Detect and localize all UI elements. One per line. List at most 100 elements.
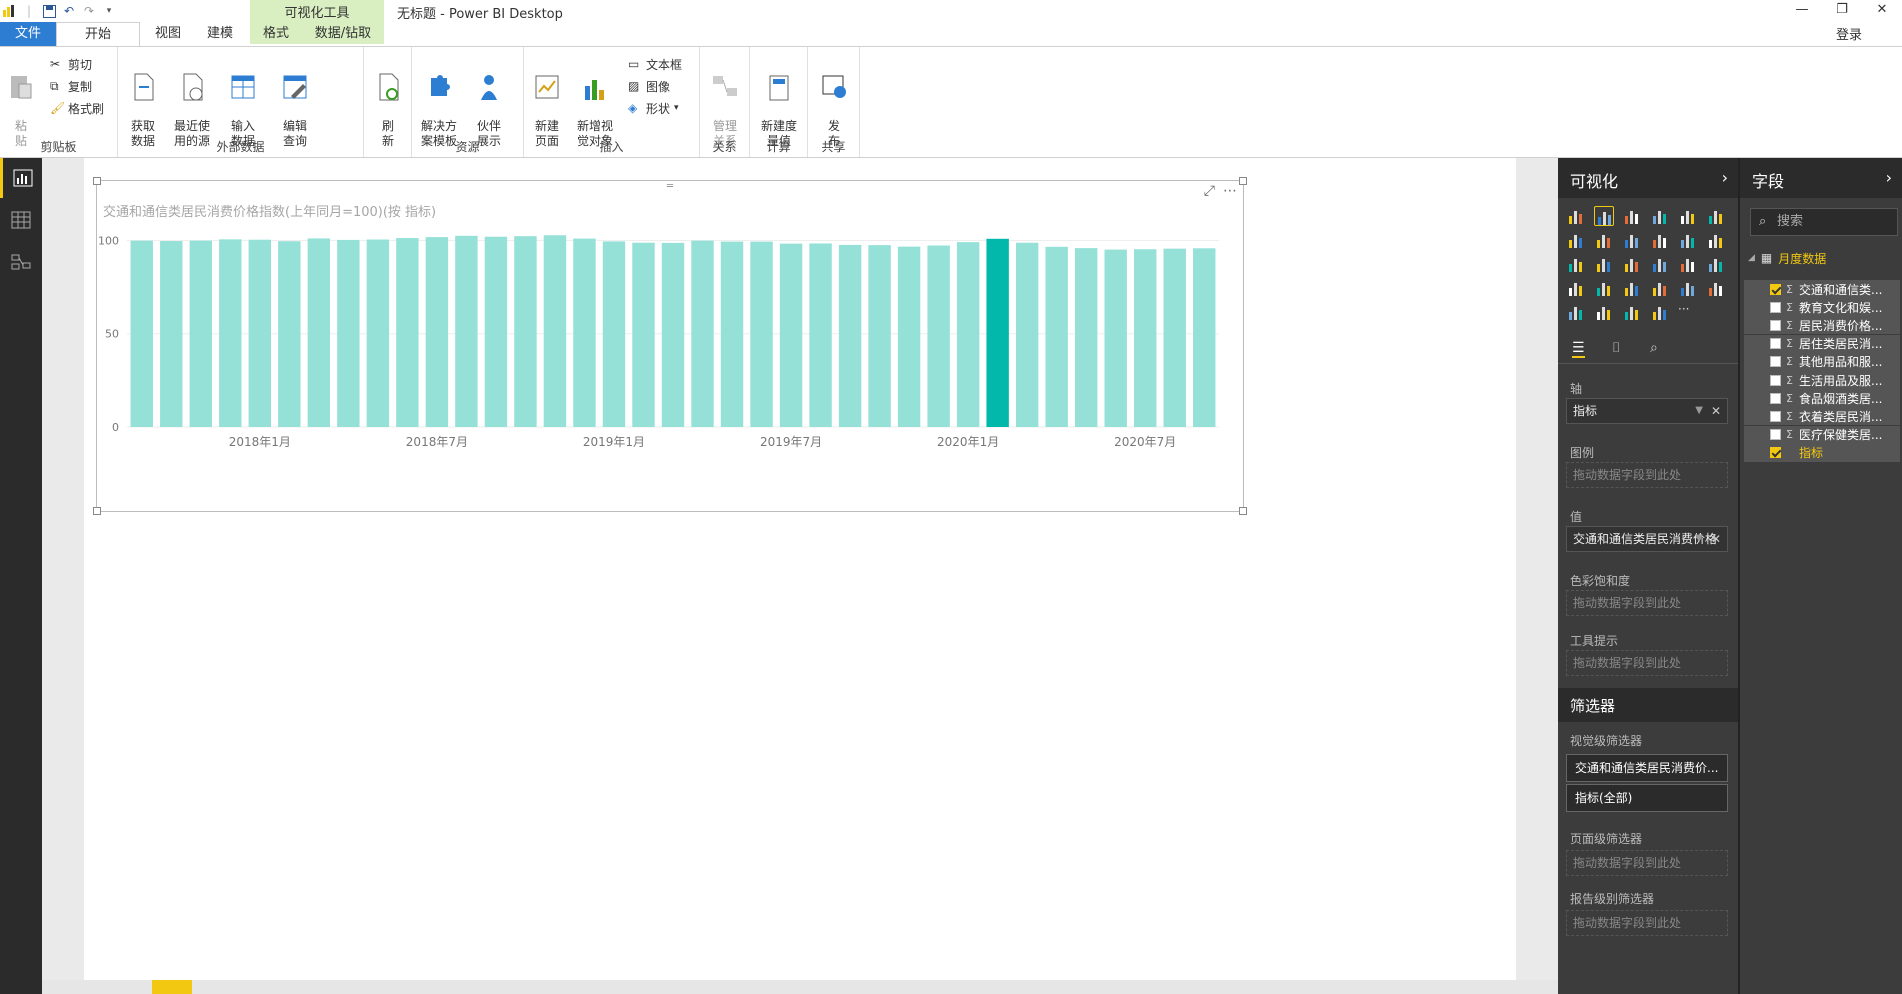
page-scrollbar[interactable] — [42, 980, 1558, 994]
visual-type-icon[interactable] — [1706, 278, 1726, 298]
bar[interactable] — [366, 239, 390, 427]
customize-qat-icon[interactable]: ▾ — [102, 4, 116, 18]
tab-file[interactable]: 文件 — [0, 22, 56, 46]
bar[interactable] — [484, 236, 508, 427]
model-view-icon[interactable] — [0, 242, 42, 282]
bar[interactable] — [956, 242, 980, 427]
refresh-button[interactable]: 刷 新 — [367, 57, 409, 149]
partner-showcase-button[interactable]: 伙伴 展示 — [468, 57, 510, 149]
enter-data-button[interactable]: 输入 数据 — [222, 57, 264, 149]
legend-well[interactable]: 拖动数据字段到此处 — [1566, 462, 1728, 488]
recent-sources-button[interactable]: 最近使 用的源 — [168, 57, 216, 149]
visual-type-icon[interactable] — [1678, 206, 1698, 226]
bar[interactable] — [396, 238, 419, 427]
visual-type-icon[interactable] — [1650, 302, 1670, 322]
bar[interactable] — [248, 239, 272, 427]
bar[interactable] — [573, 238, 596, 427]
bar[interactable] — [425, 237, 449, 427]
fields-tab-icon[interactable]: ☰ — [1572, 340, 1585, 358]
visual-type-icon[interactable] — [1566, 206, 1586, 226]
visual-type-icon[interactable] — [1650, 206, 1670, 226]
report-view-icon[interactable] — [0, 158, 42, 198]
table-node[interactable]: ◢ ▦ 月度数据 — [1748, 248, 1826, 268]
bar[interactable] — [986, 238, 1009, 427]
new-measure-button[interactable]: 新建度 量值 — [753, 57, 805, 149]
shapes-button[interactable]: ◈ 形状 ▾ — [628, 99, 679, 117]
field-checkbox[interactable] — [1770, 410, 1781, 422]
bar[interactable] — [1163, 248, 1186, 427]
new-visual-button[interactable]: 新增视 觉对象 — [570, 57, 620, 149]
field-item[interactable]: Σ 教育文化和娱... — [1744, 298, 1900, 317]
field-checkbox[interactable] — [1770, 338, 1781, 350]
format-painter-button[interactable]: 🖌 格式刷 — [50, 99, 104, 117]
bar[interactable] — [1104, 249, 1127, 427]
filter-card[interactable]: 交通和通信类居民消费价... — [1566, 754, 1728, 782]
remove-field-icon[interactable]: ✕ — [1711, 527, 1721, 551]
get-data-button[interactable]: 获取 数据 — [122, 57, 164, 149]
chevron-down-icon[interactable]: ▼ — [1695, 399, 1703, 423]
paste-button[interactable]: 粘 贴 — [4, 57, 38, 149]
tab-modeling[interactable]: 建模 — [200, 22, 240, 46]
bar[interactable] — [337, 239, 360, 427]
collapse-icon[interactable]: ◢ — [1748, 253, 1755, 263]
bar[interactable] — [661, 242, 685, 427]
visual-type-icon[interactable] — [1678, 254, 1698, 274]
bar[interactable] — [1074, 248, 1098, 427]
cut-button[interactable]: ✂ 剪切 — [50, 55, 92, 73]
field-item[interactable]: Σ 医疗保健类居... — [1744, 425, 1900, 444]
close-icon[interactable]: ✕ — [1862, 0, 1902, 22]
visual-type-icon[interactable] — [1706, 230, 1726, 250]
visual-type-icon[interactable] — [1622, 278, 1642, 298]
bar[interactable] — [691, 240, 714, 427]
bar[interactable] — [602, 241, 626, 427]
tab-format[interactable]: 格式 — [256, 22, 296, 46]
field-item[interactable]: 指标 — [1744, 443, 1900, 462]
bar[interactable] — [750, 241, 773, 427]
field-checkbox[interactable] — [1770, 447, 1781, 459]
bar[interactable] — [720, 241, 744, 427]
bar[interactable] — [897, 246, 921, 427]
bar[interactable] — [927, 245, 950, 427]
visual-type-icon[interactable] — [1706, 206, 1726, 226]
field-checkbox[interactable] — [1770, 356, 1781, 368]
chevron-right-icon[interactable]: › — [1886, 168, 1892, 187]
visual-type-icon[interactable] — [1650, 278, 1670, 298]
remove-field-icon[interactable]: ✕ — [1711, 399, 1721, 423]
chevron-down-icon[interactable]: ▼ — [1695, 527, 1703, 551]
tab-data-drill[interactable]: 数据/钻取 — [310, 22, 376, 46]
bar[interactable] — [1045, 246, 1068, 427]
bar[interactable] — [779, 243, 803, 427]
bar[interactable] — [809, 243, 832, 427]
value-well[interactable]: 交通和通信类居民消费价格 ▼ ✕ — [1566, 526, 1728, 552]
data-view-icon[interactable] — [0, 200, 42, 240]
bar[interactable] — [1134, 249, 1157, 427]
tab-view[interactable]: 视图 — [148, 22, 188, 46]
report-filter-well[interactable]: 拖动数据字段到此处 — [1566, 910, 1728, 936]
solution-templates-button[interactable]: 解决方 案模板 — [414, 57, 464, 149]
paint-roller-icon[interactable]: ⌷ — [1612, 340, 1620, 356]
field-item[interactable]: Σ 生活用品及服... — [1744, 371, 1900, 389]
search-input[interactable]: ⌕ 搜索 — [1750, 208, 1898, 236]
field-checkbox[interactable] — [1770, 301, 1781, 313]
bar[interactable] — [838, 244, 862, 427]
edit-queries-button[interactable]: 编辑 查询 — [274, 57, 316, 149]
visual-type-icon[interactable] — [1594, 302, 1614, 322]
bar[interactable] — [307, 238, 331, 427]
save-icon[interactable] — [42, 4, 56, 18]
bar[interactable] — [189, 240, 212, 427]
redo-icon[interactable]: ↷ — [82, 4, 96, 18]
field-item[interactable]: Σ 其他用品和服... — [1744, 352, 1900, 371]
visual-type-icon[interactable] — [1650, 230, 1670, 250]
new-page-button[interactable]: 新建 页面 — [526, 57, 568, 149]
field-item[interactable]: Σ 衣着类居民消... — [1744, 407, 1900, 426]
bar[interactable] — [1015, 242, 1039, 427]
visual-type-icon[interactable] — [1594, 278, 1614, 298]
field-checkbox[interactable] — [1770, 392, 1781, 404]
field-item[interactable]: Σ 交通和通信类... — [1744, 280, 1900, 298]
field-checkbox[interactable] — [1770, 429, 1781, 441]
minimize-icon[interactable]: — — [1782, 0, 1822, 22]
bar[interactable] — [632, 242, 655, 427]
field-checkbox[interactable] — [1770, 319, 1781, 331]
field-item[interactable]: Σ 居住类居民消... — [1744, 334, 1900, 353]
bar[interactable] — [514, 236, 537, 427]
